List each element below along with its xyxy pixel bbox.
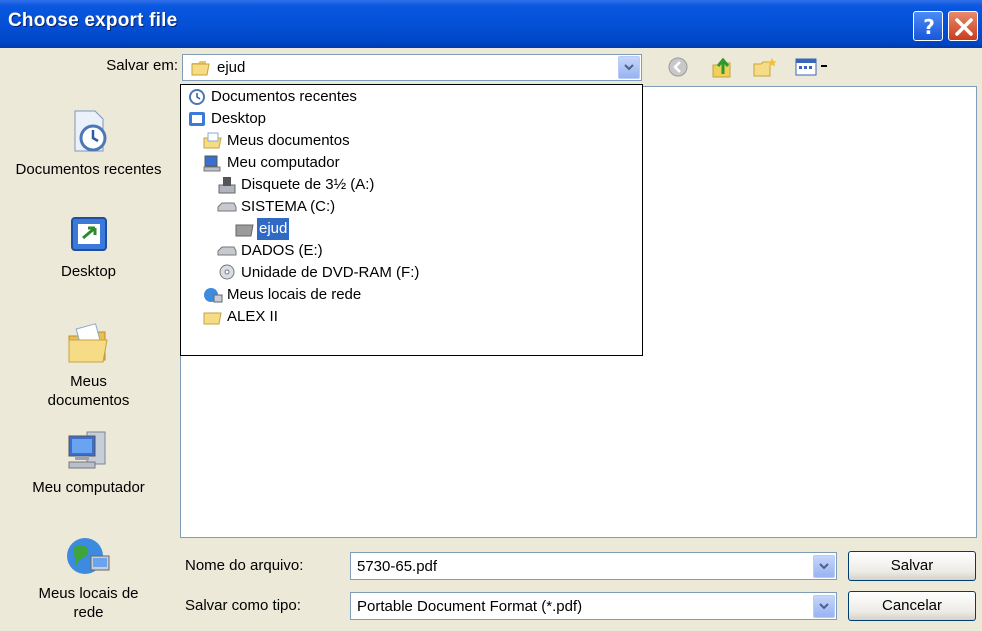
dropdown-item-dvd[interactable]: Unidade de DVD-RAM (F:) bbox=[217, 262, 617, 284]
desktop-icon bbox=[70, 217, 107, 251]
dropdown-item-label: SISTEMA (C:) bbox=[241, 198, 336, 215]
dropdown-item-label: Unidade de DVD-RAM (F:) bbox=[241, 264, 420, 281]
chevron-down-icon[interactable] bbox=[618, 56, 640, 79]
recent-documents-icon bbox=[189, 89, 205, 105]
svg-text:?: ? bbox=[923, 15, 935, 39]
my-documents-icon bbox=[203, 132, 222, 149]
my-computer-icon bbox=[68, 431, 105, 469]
help-button[interactable]: ? bbox=[913, 11, 943, 41]
my-computer-icon bbox=[203, 155, 221, 172]
place-my-documents[interactable]: Meus documentos bbox=[0, 318, 177, 410]
place-network[interactable]: Meus locais de rede bbox=[0, 534, 177, 622]
save-button[interactable]: Salvar bbox=[848, 551, 976, 581]
hard-drive-icon bbox=[217, 202, 237, 212]
place-recent-documents[interactable]: Documentos recentes bbox=[0, 108, 177, 179]
dropdown-item-alex[interactable]: ALEX II bbox=[203, 306, 623, 328]
view-menu-icon[interactable] bbox=[795, 56, 831, 78]
save-in-label: Salvar em: bbox=[106, 57, 178, 74]
dropdown-item-label: Documentos recentes bbox=[211, 88, 357, 105]
folder-icon bbox=[235, 224, 254, 237]
window-title: Choose export file bbox=[8, 10, 178, 31]
dropdown-item-ejud[interactable]: ejud bbox=[235, 218, 615, 240]
cancel-button[interactable]: Cancelar bbox=[848, 591, 976, 621]
dropdown-item-label: Meus documentos bbox=[227, 132, 350, 149]
filename-value: 5730-65.pdf bbox=[357, 558, 438, 575]
dropdown-item-label: ejud bbox=[257, 218, 290, 240]
dropdown-item-my-computer[interactable]: Meu computador bbox=[203, 152, 623, 174]
floppy-drive-icon bbox=[218, 177, 236, 194]
dropdown-item-label: ALEX II bbox=[227, 308, 278, 325]
filename-label: Nome do arquivo: bbox=[185, 557, 304, 574]
place-label: Desktop bbox=[60, 263, 117, 280]
dropdown-item-recent-documents[interactable]: Documentos recentes bbox=[187, 86, 627, 108]
close-button[interactable] bbox=[948, 11, 978, 41]
network-places-icon bbox=[66, 538, 109, 574]
close-icon bbox=[955, 18, 973, 36]
dropdown-item-label: DADOS (E:) bbox=[241, 242, 323, 259]
chevron-down-icon[interactable] bbox=[813, 595, 835, 618]
title-bar[interactable]: Choose export file ? bbox=[0, 0, 982, 48]
save-in-value: ejud bbox=[217, 59, 246, 76]
save-in-dropdown-list[interactable]: Documentos recentes Desktop Meus documen… bbox=[180, 84, 643, 356]
place-label: Meu computador bbox=[32, 479, 145, 496]
folder-icon bbox=[191, 61, 210, 76]
dropdown-item-drive-c[interactable]: SISTEMA (C:) bbox=[217, 196, 617, 218]
dropdown-item-floppy[interactable]: Disquete de 3½ (A:) bbox=[217, 174, 617, 196]
filetype-value: Portable Document Format (*.pdf) bbox=[357, 598, 583, 615]
up-folder-icon[interactable] bbox=[710, 56, 734, 80]
save-in-dropdown[interactable]: ejud bbox=[182, 54, 642, 81]
place-label: Meus documentos bbox=[47, 373, 130, 409]
place-label: Documentos recentes bbox=[15, 161, 162, 178]
dropdown-item-network[interactable]: Meus locais de rede bbox=[203, 284, 623, 306]
filetype-label: Salvar como tipo: bbox=[185, 597, 301, 614]
dropdown-item-label: Meus locais de rede bbox=[227, 286, 362, 303]
hard-drive-icon bbox=[217, 246, 237, 256]
dropdown-item-label: Meu computador bbox=[227, 154, 340, 171]
new-folder-icon[interactable] bbox=[752, 56, 778, 80]
place-label: Meus locais de rede bbox=[38, 585, 139, 621]
filetype-select[interactable]: Portable Document Format (*.pdf) bbox=[350, 592, 837, 620]
folder-icon bbox=[203, 312, 222, 325]
chevron-down-icon[interactable] bbox=[813, 555, 835, 578]
dropdown-item-label: Desktop bbox=[211, 110, 267, 127]
dropdown-item-drive-e[interactable]: DADOS (E:) bbox=[217, 240, 617, 262]
desktop-icon bbox=[189, 112, 205, 126]
network-places-icon bbox=[204, 288, 223, 303]
places-bar: Documentos recentes Desktop Meus documen… bbox=[0, 86, 177, 631]
dropdown-item-desktop[interactable]: Desktop bbox=[187, 108, 627, 130]
back-icon[interactable] bbox=[667, 56, 689, 78]
dropdown-item-my-documents[interactable]: Meus documentos bbox=[203, 130, 623, 152]
dropdown-item-label: Disquete de 3½ (A:) bbox=[241, 176, 375, 193]
place-my-computer[interactable]: Meu computador bbox=[0, 428, 177, 497]
filename-input[interactable]: 5730-65.pdf bbox=[350, 552, 837, 580]
dvd-drive-icon bbox=[219, 264, 235, 280]
help-icon: ? bbox=[923, 15, 935, 39]
my-documents-icon bbox=[68, 323, 108, 363]
place-desktop[interactable]: Desktop bbox=[0, 214, 177, 281]
recent-documents-icon bbox=[74, 110, 106, 152]
